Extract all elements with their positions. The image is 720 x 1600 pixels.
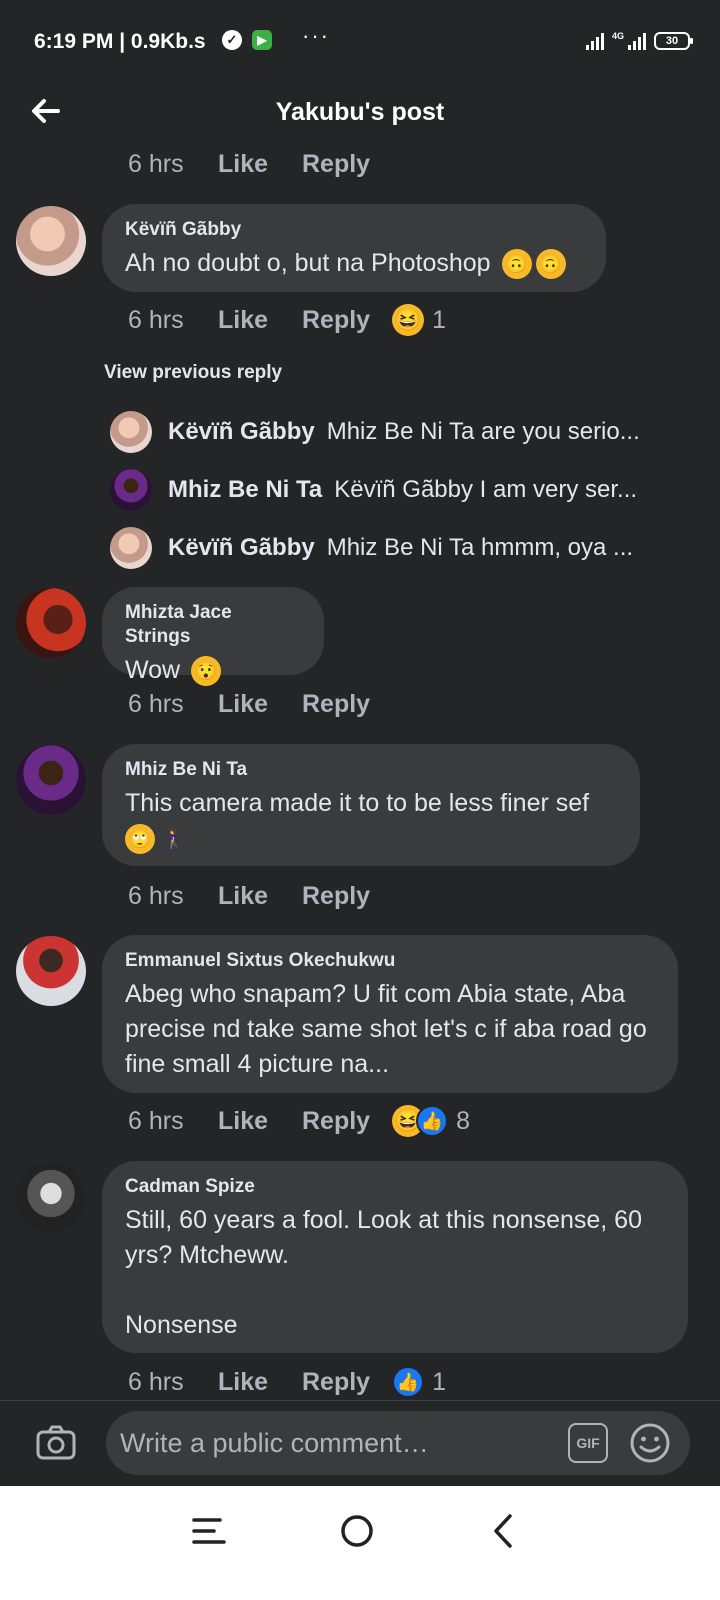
comment-text: Still, 60 years a fool. Look at this non… [125,1206,642,1339]
walking-woman-emoji: 🚶‍♀️ [162,828,186,849]
status-left-icons: ✓ ▶ ··· [222,23,330,50]
reply-preview[interactable]: Këvïñ Gãbby Mhiz Be Ni Ta are you serio.… [110,410,700,454]
reply-author[interactable]: Këvïñ Gãbby [168,418,315,446]
signal-icon-2 [628,32,646,50]
comment-text: Abeg who snapam? U fit com Abia state, A… [125,980,647,1078]
comment-bubble[interactable]: Mhiz Be Ni Ta This camera made it to to … [102,744,640,866]
status-right-icons: 4G 30 [585,31,693,50]
comment-time: 6 hrs [128,1367,184,1396]
like-reaction-icon: 👍 [392,1366,425,1398]
gif-button[interactable]: GIF [568,1423,608,1463]
home-icon[interactable] [338,1512,376,1550]
header: Yakubu's post [0,86,720,140]
comment-time: 6 hrs [128,881,184,910]
commenter-name[interactable]: Mhizta Jace Strings [125,601,302,649]
reaction-count: 8 [456,1106,470,1135]
avatar[interactable] [16,1162,86,1232]
avatar[interactable] [16,745,86,815]
hushed-face-emoji: 😯 [191,656,222,687]
reply-preview[interactable]: Këvïñ Gãbby Mhiz Be Ni Ta hmmm, oya ... [110,526,700,570]
comment-bubble[interactable]: Emmanuel Sixtus Okechukwu Abeg who snapa… [102,935,678,1093]
reply-author[interactable]: Mhiz Be Ni Ta [168,476,322,504]
reaction-count: 1 [432,1367,446,1396]
like-button[interactable]: Like [218,306,302,335]
like-button[interactable]: Like [218,1107,302,1136]
comment-bubble[interactable]: Cadman Spize Still, 60 years a fool. Loo… [102,1161,688,1353]
comment-text: Wow 😯 [125,653,302,688]
reply-button[interactable]: Reply [302,1368,370,1397]
commenter-name[interactable]: Këvïñ Gãbby [125,218,584,242]
reply-text: Këvïñ Gãbby I am very ser... [334,476,638,503]
status-bar: 6:19 PM | 0.9Kb.s ✓ ▶ ··· 4G 30 [0,0,720,86]
reply-button[interactable]: Reply [302,150,370,179]
commenter-name[interactable]: Emmanuel Sixtus Okechukwu [125,949,656,973]
comment-time: 6 hrs [128,305,184,334]
emoji-icon[interactable] [628,1421,672,1465]
reply-author[interactable]: Këvïñ Gãbby [168,534,315,562]
comment-time: 6 hrs [128,689,184,718]
avatar[interactable] [16,588,86,658]
reactions[interactable]: 😆 👍 8 [392,1105,470,1137]
commenter-name[interactable]: Cadman Spize [125,1175,666,1199]
upside-down-face-emoji: 🙃 [535,249,566,280]
avatar[interactable] [110,411,152,453]
signal-icon [585,32,604,50]
reactions[interactable]: 👍 1 [392,1366,446,1398]
reply-preview[interactable]: Mhiz Be Ni Ta Këvïñ Gãbby I am very ser.… [110,468,700,512]
avatar[interactable] [16,206,86,276]
check-circle-icon: ✓ [222,30,242,50]
like-button[interactable]: Like [218,1368,302,1397]
reply-button[interactable]: Reply [302,1107,370,1136]
reactions[interactable]: 😆 1 [392,304,446,336]
comment-bubble[interactable]: Mhizta Jace Strings Wow 😯 [102,587,324,687]
avatar[interactable] [110,527,152,569]
app-notification-icon: ▶ [252,30,272,50]
reaction-count: 1 [432,305,446,334]
reply-text: Mhiz Be Ni Ta hmmm, oya ... [326,534,634,561]
comment-meta: 6 hrs Like Reply 😆 👍 8 [128,1105,470,1137]
back-nav-icon[interactable] [488,1512,518,1550]
comment-meta: 6 hrs Like Reply [128,689,370,719]
reply-button[interactable]: Reply [302,306,370,335]
like-button[interactable]: Like [218,150,302,179]
battery-level: 30 [665,35,679,47]
recent-apps-icon[interactable] [190,1514,230,1548]
comment-time: 6 hrs [128,149,184,178]
comment-meta: 6 hrs Like Reply [128,881,370,911]
like-reaction-icon: 👍 [416,1105,449,1137]
like-button[interactable]: Like [218,690,302,719]
reply-text: Mhiz Be Ni Ta are you serio... [326,418,640,445]
eye-roll-emoji: 🙄 [125,824,155,855]
view-previous-reply-link[interactable]: View previous reply [104,362,282,384]
avatar[interactable] [16,936,86,1006]
comment-meta: 6 hrs Like Reply 😆 1 [128,304,446,336]
network-type: 4G [611,31,624,41]
comment-bubble[interactable]: Këvïñ Gãbby Ah no doubt o, but na Photos… [102,204,606,292]
commenter-name[interactable]: Mhiz Be Ni Ta [125,758,618,782]
reply-button[interactable]: Reply [302,690,370,719]
comment-time: 6 hrs [128,1106,184,1135]
comment-text: This camera made it to to be less finer … [125,786,618,856]
comment-meta: 6 hrs Like Reply [128,149,370,179]
avatar[interactable] [110,469,152,511]
more-notifications-icon: ··· [302,23,330,48]
comments-feed[interactable]: 6 hrs Like Reply Këvïñ Gãbby Ah no doubt… [0,140,720,1426]
haha-reaction-icon: 😆 [392,304,425,336]
status-time: 6:19 PM | 0.9Kb.s [34,30,206,53]
system-nav-bar [0,1486,720,1600]
page-title: Yakubu's post [275,98,445,126]
upside-down-face-emoji: 🙃 [501,249,532,280]
battery-icon: 30 [654,32,693,50]
camera-icon[interactable] [34,1421,78,1465]
reply-button[interactable]: Reply [302,882,370,911]
comment-text: Ah no doubt o, but na Photoshop 🙃 🙃 [125,246,584,281]
comment-meta: 6 hrs Like Reply 👍 1 [128,1366,446,1398]
comment-composer: GIF [0,1400,720,1486]
like-button[interactable]: Like [218,882,302,911]
